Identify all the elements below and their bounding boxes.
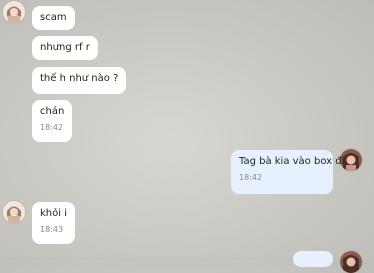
message-text: scam	[40, 12, 67, 23]
message-text: thế h như nào ?	[40, 73, 119, 84]
avatar-image	[3, 201, 25, 223]
message-bubble-sent[interactable]: Tag bà kia vào box đi 18:42	[231, 150, 344, 194]
message-timestamp: 18:42	[40, 123, 64, 132]
avatar-image	[3, 1, 25, 23]
message-text: khỏi i	[40, 208, 67, 219]
message-timestamp: 18:43	[40, 225, 64, 234]
contact-avatar[interactable]	[3, 201, 25, 223]
message-bubble-received[interactable]: khỏi i 18:43	[32, 202, 75, 244]
message-bubble-received[interactable]: nhưng rf r	[32, 36, 98, 60]
message-text: Tag bà kia vào box đi	[239, 156, 345, 167]
message-timestamp: 18:42	[239, 173, 263, 182]
message-bubble-received[interactable]: chán 18:42	[32, 100, 73, 142]
my-avatar[interactable]	[340, 251, 362, 273]
message-bubble-received[interactable]: thế h như nào ?	[32, 67, 127, 94]
message-text: chán	[40, 106, 65, 117]
contact-avatar[interactable]	[3, 1, 25, 23]
message-text: nhưng rf r	[40, 42, 90, 53]
message-bubble-received[interactable]: scam	[32, 6, 75, 30]
message-bubble-sent[interactable]	[293, 251, 333, 267]
avatar-image	[340, 251, 362, 273]
